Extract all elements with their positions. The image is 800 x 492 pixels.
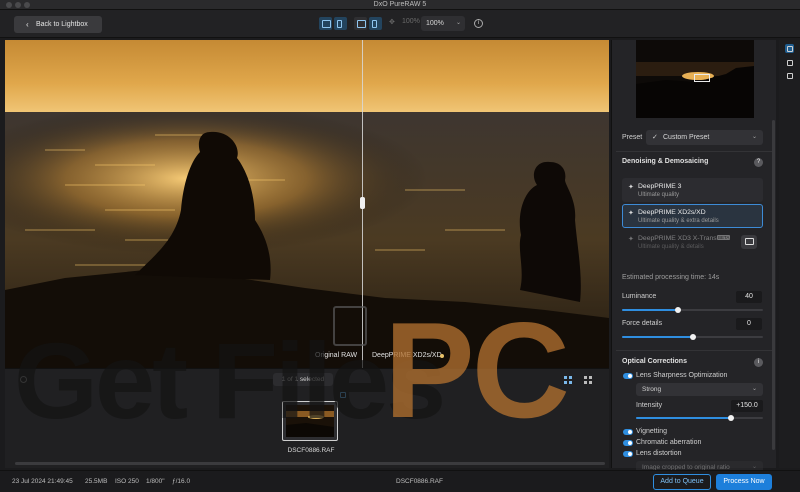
add-to-queue-button[interactable]: Add to Queue: [653, 474, 711, 490]
sparkle-icon: ✦: [628, 210, 634, 217]
process-now-button[interactable]: Process Now: [716, 474, 772, 490]
distortion-toggle[interactable]: [623, 451, 633, 457]
mode-subtitle: Ultimate quality: [638, 192, 680, 198]
slider-knob[interactable]: [689, 334, 696, 340]
denoise-heading: Denoising & Demosaicing: [622, 158, 709, 165]
vignetting-label: Vignetting: [636, 428, 668, 435]
chevron-down-icon: ⌄: [751, 134, 757, 140]
zoom-select[interactable]: 100% ⌄: [421, 16, 465, 31]
split-handle[interactable]: [360, 197, 365, 209]
thumbnail-file-name: DSCF0886.RAF: [287, 447, 335, 454]
preset-select[interactable]: ✓ Custom Preset ⌄: [646, 130, 763, 145]
chromatic-toggle[interactable]: [623, 440, 633, 446]
window-title: DxO PureRAW 5: [373, 1, 427, 8]
watermark-text-left: Get Files: [14, 320, 446, 441]
pan-hand-icon[interactable]: ✥: [389, 18, 395, 26]
mode-subtitle: Ultimate quality & details: [638, 244, 704, 250]
before-view-icon[interactable]: [354, 17, 367, 30]
feedback-icon[interactable]: [741, 235, 757, 249]
intensity-label: Intensity: [636, 402, 663, 409]
title-bar: DxO PureRAW 5: [0, 0, 800, 10]
divider: [616, 151, 772, 152]
lens-sharpness-label: Lens Sharpness Optimization: [636, 372, 728, 379]
lens-sharpness-select[interactable]: Strong ⌄: [636, 383, 763, 396]
compact-view-icon[interactable]: [584, 376, 592, 384]
slider-fill: [636, 417, 732, 419]
luminance-value[interactable]: 40: [736, 291, 762, 303]
luminance-label: Luminance: [622, 293, 657, 300]
mode-deepprime-3[interactable]: ✦ DeepPRIME 3 Ultimate quality: [622, 178, 763, 202]
luminance-slider[interactable]: [622, 307, 763, 313]
export-panel-icon[interactable]: [785, 71, 794, 80]
processing-time: Estimated processing time: 14s: [622, 274, 720, 281]
sparkle-icon: ✦: [628, 184, 634, 191]
optical-heading: Optical Corrections: [622, 358, 687, 365]
single-view-icon[interactable]: [319, 17, 332, 30]
layout-toggle-group: [319, 17, 347, 31]
mode-title: DeepPRIME 3: [638, 183, 682, 190]
mode-deepprime-xd2s[interactable]: ✦ DeepPRIME XD2s/XD Ultimate quality & e…: [622, 204, 763, 228]
slider-fill: [622, 309, 679, 311]
watermark-text-right: PC: [384, 294, 570, 446]
status-file-name: DSCF0886.RAF: [396, 478, 443, 485]
check-icon: ✓: [652, 134, 658, 141]
panel-scrollbar[interactable]: [772, 120, 775, 450]
intensity-slider[interactable]: [636, 415, 763, 421]
lens-sharpness-mode: Strong: [642, 386, 662, 393]
back-to-lightbox-label: Back to Lightbox: [36, 21, 88, 28]
capture-date: 23 Jul 2024 21:49:45: [12, 478, 73, 485]
zoom-value: 100%: [426, 20, 444, 27]
mode-title: DeepPRIME XD3 X-Trans: [638, 235, 717, 242]
side-by-side-icon[interactable]: [334, 17, 347, 30]
toolbar: ‹ Back to Lightbox ✥ 100% 100% ⌄ i: [0, 10, 800, 38]
zoom-fit-label[interactable]: 100%: [402, 18, 420, 25]
compare-toggle-group: [354, 17, 382, 31]
distortion-label: Lens distortion: [636, 450, 682, 457]
file-size: 25.5MB: [85, 478, 108, 485]
preset-value: Custom Preset: [663, 134, 710, 141]
chevron-down-icon: ⌄: [751, 386, 757, 392]
preset-label: Preset: [622, 134, 643, 141]
chevron-down-icon: ⌄: [455, 20, 461, 26]
mode-subtitle: Ultimate quality & extra details: [638, 218, 719, 224]
sparkle-icon: ✦: [628, 236, 634, 243]
shutter-speed: 1/800": [146, 478, 165, 485]
brush-panel-icon[interactable]: [785, 58, 794, 67]
slider-fill: [622, 336, 693, 338]
status-bar: 23 Jul 2024 21:49:45 25.5MB ISO 250 1/80…: [0, 470, 800, 492]
beta-badge: BETA: [717, 235, 731, 240]
force-details-label: Force details: [622, 320, 663, 327]
iso-value: ISO 250: [115, 478, 139, 485]
denoise-panel-icon[interactable]: [785, 44, 794, 53]
mode-title: DeepPRIME XD2s/XD: [638, 209, 706, 216]
help-icon[interactable]: ?: [754, 158, 763, 167]
split-view-icon[interactable]: [369, 17, 382, 30]
chromatic-label: Chromatic aberration: [636, 439, 702, 446]
help-icon[interactable]: i: [754, 358, 763, 367]
filmstrip-scrollbar[interactable]: [15, 462, 605, 465]
info-icon[interactable]: i: [474, 19, 483, 28]
aperture-value: ƒ/16.0: [172, 478, 191, 485]
lens-sharpness-toggle[interactable]: [623, 373, 633, 379]
force-details-value[interactable]: 0: [736, 318, 762, 330]
chevron-left-icon: ‹: [26, 20, 29, 29]
navigator-viewport-box[interactable]: [694, 74, 710, 82]
intensity-value[interactable]: +150.0: [731, 400, 763, 412]
divider: [616, 350, 772, 351]
vignetting-toggle[interactable]: [623, 429, 633, 435]
back-to-lightbox-button[interactable]: ‹ Back to Lightbox: [14, 16, 102, 33]
force-details-slider[interactable]: [622, 334, 763, 340]
panel-sidebar: [779, 40, 800, 468]
